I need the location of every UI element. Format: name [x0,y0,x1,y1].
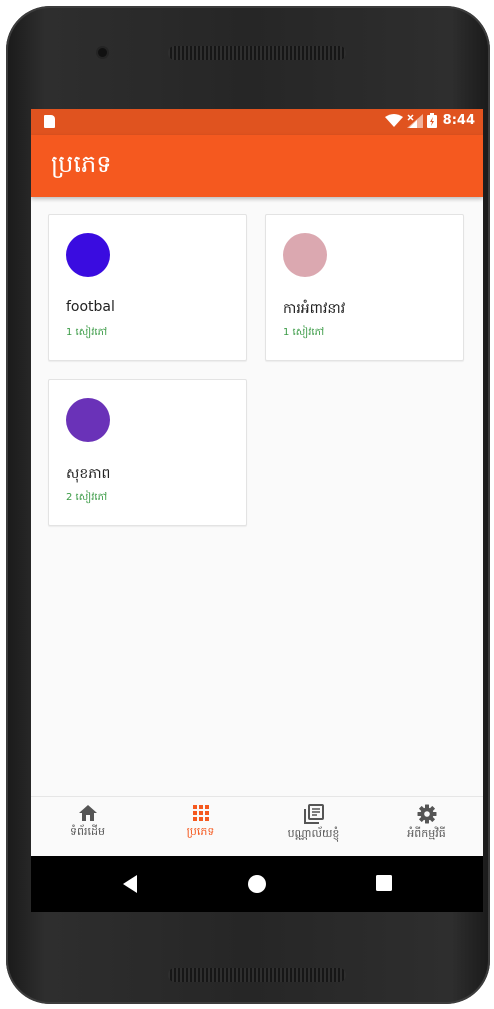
category-color-dot [66,398,110,442]
grid-icon [192,805,209,821]
category-name: សុខភាព [66,466,111,482]
nav-item-about[interactable]: អំពីកម្មវិធី [370,797,483,857]
category-count: 1 សៀវភៅ [66,327,108,338]
category-card[interactable]: ការអំពាវនាវ 1 សៀវភៅ [265,214,464,361]
nav-item-categories[interactable]: ប្រភេទ [144,797,257,857]
category-color-dot [283,233,327,277]
back-icon[interactable] [121,874,139,894]
page-title: ប្រភេទ [51,150,112,178]
signal-icon [406,113,423,128]
app-bar: ប្រភេទ [31,135,483,197]
category-card[interactable]: សុខភាព 2 សៀវភៅ [48,379,247,526]
front-camera [98,48,107,57]
status-bar: 8:44 [31,109,483,135]
phone-frame: 8:44 ប្រភេទ footbal 1 សៀវភៅ ការអំពាវនាវ … [6,6,490,1004]
category-count: 2 សៀវភៅ [66,492,108,503]
earpiece-speaker [168,46,346,60]
category-grid: footbal 1 សៀវភៅ ការអំពាវនាវ 1 សៀវភៅ សុខភ… [31,197,483,796]
status-icons: 8:44 [384,113,475,128]
sd-card-icon [44,115,55,128]
category-name: ការអំពាវនាវ [283,301,346,317]
library-icon [303,804,324,824]
category-name: footbal [66,299,115,315]
recents-icon[interactable] [375,874,393,892]
category-color-dot [66,233,110,277]
nav-label: ប្រភេទ [186,825,215,838]
category-card[interactable]: footbal 1 សៀវភៅ [48,214,247,361]
nav-label: បណ្ណាល័យខ្ញុំ [287,827,340,840]
battery-icon [426,113,437,128]
bottom-speaker [168,968,346,982]
bottom-navigation: ទំព័រដើម ប្រភេទ បណ្ណាល័យខ្ញុំ អំពីកម្មវិ… [31,796,483,857]
gear-icon [417,804,436,824]
home-icon [78,805,97,821]
nav-label: អំពីកម្មវិធី [407,827,446,840]
home-button-icon[interactable] [247,874,267,894]
nav-item-home[interactable]: ទំព័រដើម [31,797,144,857]
wifi-icon [384,113,403,127]
system-navigation-bar [31,856,483,912]
screen: 8:44 ប្រភេទ footbal 1 សៀវភៅ ការអំពាវនាវ … [31,109,483,912]
clock: 8:44 [442,113,475,128]
nav-item-my-library[interactable]: បណ្ណាល័យខ្ញុំ [257,797,370,857]
category-count: 1 សៀវភៅ [283,327,325,338]
nav-label: ទំព័រដើម [70,825,105,838]
